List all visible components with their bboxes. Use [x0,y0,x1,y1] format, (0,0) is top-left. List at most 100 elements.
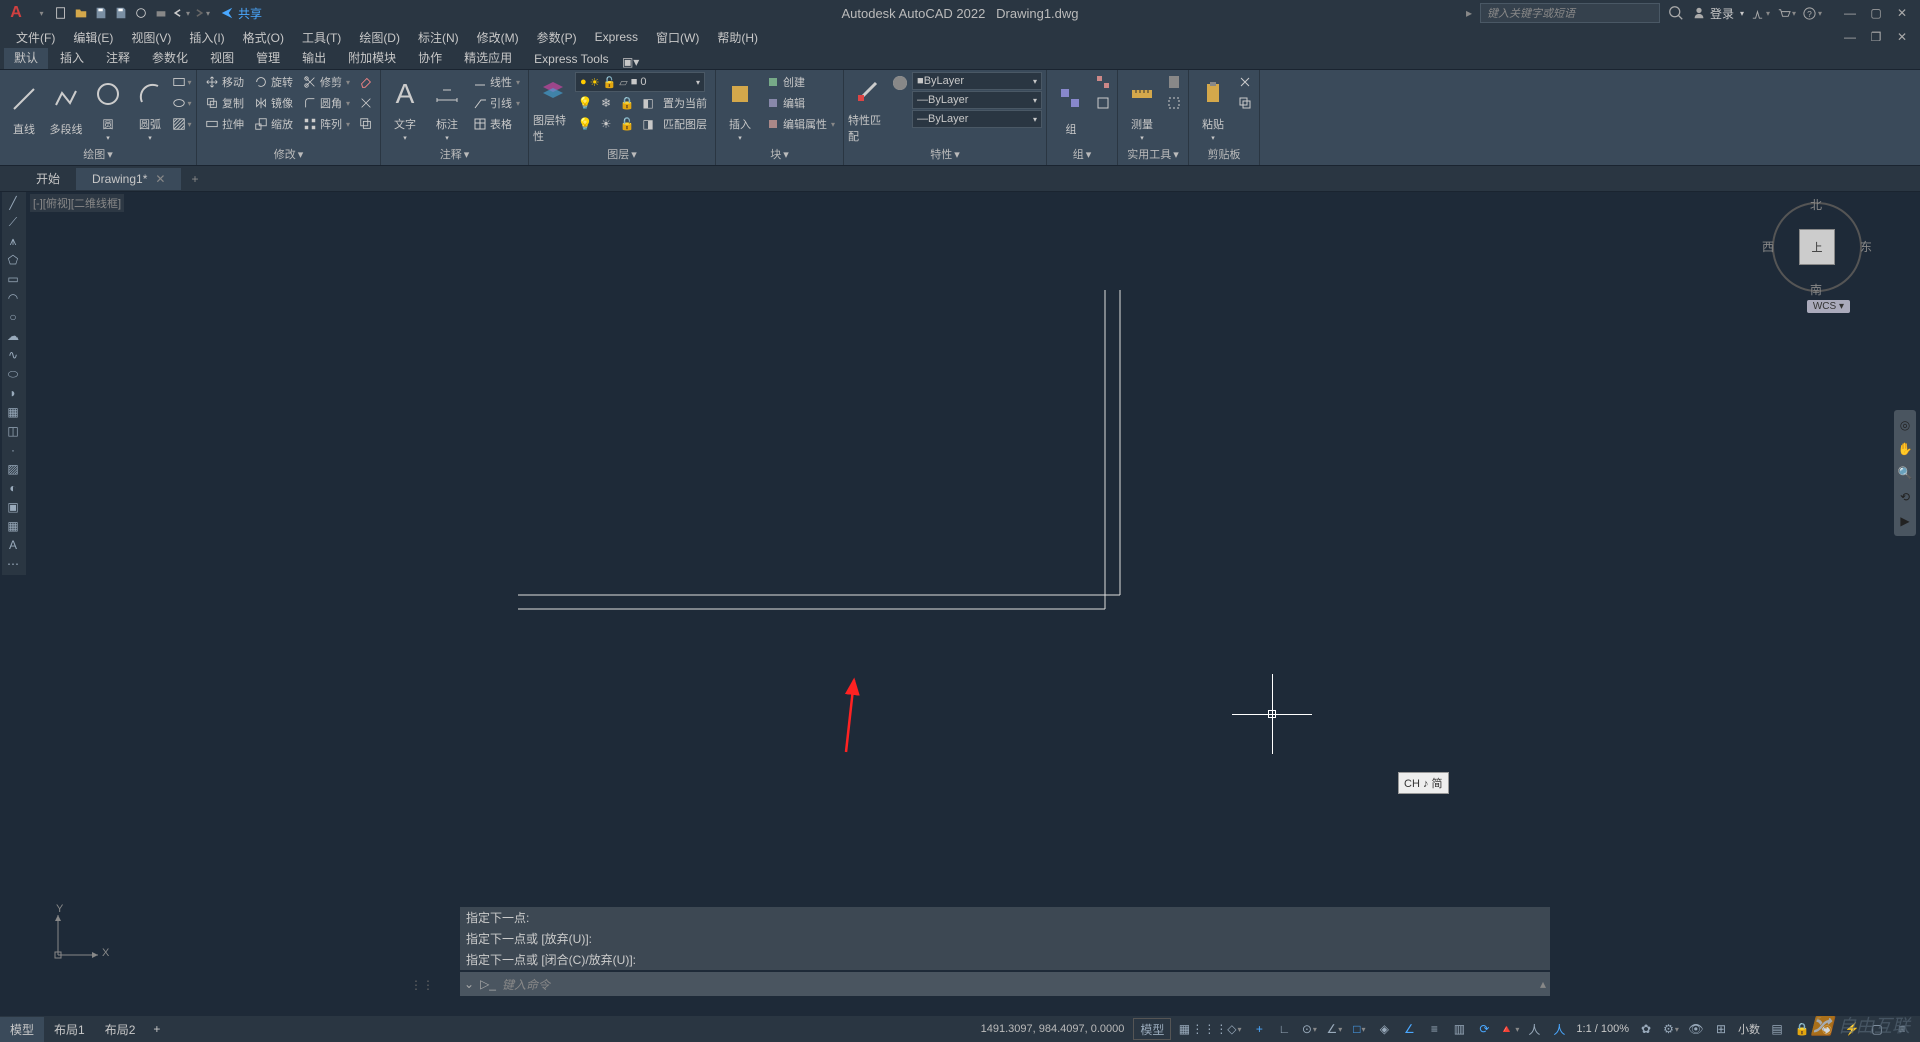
menu-express[interactable]: Express [587,28,646,46]
ribbon-tab-insert[interactable]: 插入 [50,46,94,69]
create-block-button[interactable]: 创建 [762,72,839,92]
sb-infer-icon[interactable]: ◇ [1222,1018,1246,1040]
ellipse-icon[interactable] [172,93,192,113]
layer-on-icon[interactable]: 💡 [575,114,595,134]
tp-spline-icon[interactable]: ∿ [2,346,24,364]
command-recent-icon[interactable]: ▴ [1540,977,1546,991]
layer-thaw-icon[interactable]: ☀ [596,114,616,134]
ribbon-tab-parametric[interactable]: 参数化 [142,46,198,69]
group-button[interactable]: 组 [1051,72,1091,144]
ucs-icon[interactable]: Y X [48,905,108,968]
maximize-button[interactable]: ▢ [1864,3,1888,23]
help-icon[interactable]: ? [1802,3,1822,23]
hatch-icon[interactable] [172,114,192,134]
layer-match-button[interactable]: 匹配图层 [659,114,711,134]
lineweight-combo[interactable]: — ByLayer ▾ [912,91,1042,109]
command-handle-icon[interactable]: ⋮⋮ [410,978,434,992]
dimension-button[interactable]: 标注▾ [427,72,467,144]
menu-insert[interactable]: 插入(I) [181,27,232,48]
command-line[interactable]: ⌄ ▷_ 键入命令 ▴ [460,972,1550,996]
ribbon-tab-express[interactable]: Express Tools [524,49,618,69]
text-button[interactable]: A文字▾ [385,72,425,144]
panel-label-layer[interactable]: 图层 ▾ [533,145,711,163]
app-logo[interactable]: A [4,1,28,25]
sb-iso-icon[interactable]: ∠ [1322,1018,1346,1040]
layer-unlock-icon[interactable]: 🔓 [617,114,637,134]
ribbon-tab-view[interactable]: 视图 [200,46,244,69]
sb-tab-layout2[interactable]: 布局2 [95,1017,146,1042]
menu-modify[interactable]: 修改(M) [469,27,527,48]
doc-tab-close-icon[interactable]: ✕ [155,172,165,186]
layer-uniso-icon[interactable]: ◨ [638,114,658,134]
layer-freeze-icon[interactable]: ❄ [596,93,616,113]
sb-cycling-icon[interactable]: ⟳ [1472,1018,1496,1040]
minimize-button[interactable]: — [1838,3,1862,23]
ungroup-icon[interactable] [1093,72,1113,92]
rotate-button[interactable]: 旋转 [250,72,297,92]
leader-button[interactable]: 引线 [469,93,524,113]
doc-close-button[interactable]: ✕ [1890,27,1914,47]
sb-annoauto-icon[interactable]: 人 [1522,1018,1546,1040]
tp-lastrow-icon[interactable]: ⋯ [2,555,24,573]
panel-label-block[interactable]: 块 ▾ [720,145,839,163]
sb-tab-model[interactable]: 模型 [0,1017,44,1042]
insert-block-button[interactable]: 插入▾ [720,72,760,144]
tp-gradient-icon[interactable]: ◐ [2,479,24,497]
panel-label-annotation[interactable]: 注释 ▾ [385,145,524,163]
polyline-button[interactable]: 多段线 [46,72,86,144]
menu-format[interactable]: 格式(O) [235,27,292,48]
sb-gear-sm-icon[interactable]: ✿ [1634,1018,1658,1040]
nav-wheel-icon[interactable]: ◎ [1894,414,1916,436]
sb-polar-icon[interactable]: ⊙ [1297,1018,1321,1040]
sb-tab-add-button[interactable]: + [145,1018,168,1040]
layer-properties-button[interactable]: 图层特性 [533,72,573,144]
nav-orbit-icon[interactable]: ⟲ [1894,486,1916,508]
save-icon[interactable] [92,4,110,22]
tp-xline-icon[interactable]: ⟋ [2,213,24,231]
sb-ortho-icon[interactable]: ∟ [1272,1018,1296,1040]
panel-label-utilities[interactable]: 实用工具 ▾ [1122,145,1184,163]
wcs-badge[interactable]: WCS ▾ [1807,300,1850,313]
doc-tab-start[interactable]: 开始 [20,166,76,191]
stretch-button[interactable]: 拉伸 [201,114,248,134]
tp-pline-icon[interactable]: ⩚ [2,232,24,250]
color-wheel-icon[interactable] [890,72,910,144]
menu-tools[interactable]: 工具(T) [294,27,349,48]
menu-file[interactable]: 文件(F) [8,27,63,48]
rect-icon[interactable] [172,72,192,92]
tp-ellipse-icon[interactable]: ⬭ [2,365,24,383]
layer-lock-icon[interactable]: 🔒 [617,93,637,113]
panel-label-properties[interactable]: 特性 ▾ [848,145,1042,163]
sb-otrack-icon[interactable]: ∠ [1397,1018,1421,1040]
qat-menu[interactable] [32,4,50,22]
ribbon-tab-manage[interactable]: 管理 [246,46,290,69]
sb-lwt-icon[interactable]: ≡ [1422,1018,1446,1040]
copy-button[interactable]: 复制 [201,93,248,113]
sb-tab-layout1[interactable]: 布局1 [44,1017,95,1042]
line-button[interactable]: 直线 [4,72,44,144]
doc-tab-add-button[interactable]: + [181,168,208,190]
trim-button[interactable]: 修剪 [299,72,354,92]
sb-3dosnap-icon[interactable]: ◈ [1372,1018,1396,1040]
layer-iso-icon[interactable]: ◧ [638,93,658,113]
circle-button[interactable]: 圆▾ [88,72,128,144]
sb-model-button[interactable]: 模型 [1133,1018,1171,1040]
panel-label-modify[interactable]: 修改 ▾ [201,145,376,163]
tp-arc-icon[interactable]: ◠ [2,289,24,307]
new-icon[interactable] [52,4,70,22]
tp-polygon-icon[interactable]: ⬠ [2,251,24,269]
login-button[interactable]: 登录▾ [1692,5,1744,22]
doc-minimize-button[interactable]: — [1838,27,1862,47]
tp-insert-icon[interactable]: ▦ [2,403,24,421]
array-button[interactable]: 阵列 [299,114,354,134]
close-button[interactable]: ✕ [1890,3,1914,23]
ribbon-tab-collab[interactable]: 协作 [408,46,452,69]
paste-button[interactable]: 粘贴▾ [1193,72,1233,144]
tp-line-icon[interactable]: ╱ [2,194,24,212]
measure-button[interactable]: 测量▾ [1122,72,1162,144]
scale-button[interactable]: 缩放 [250,114,297,134]
sb-quickprops-icon[interactable]: ▤ [1765,1018,1789,1040]
saveas-icon[interactable] [112,4,130,22]
layer-combo[interactable]: ●☀🔓▱■ 0 ▾ [575,72,705,92]
move-button[interactable]: 移动 [201,72,248,92]
